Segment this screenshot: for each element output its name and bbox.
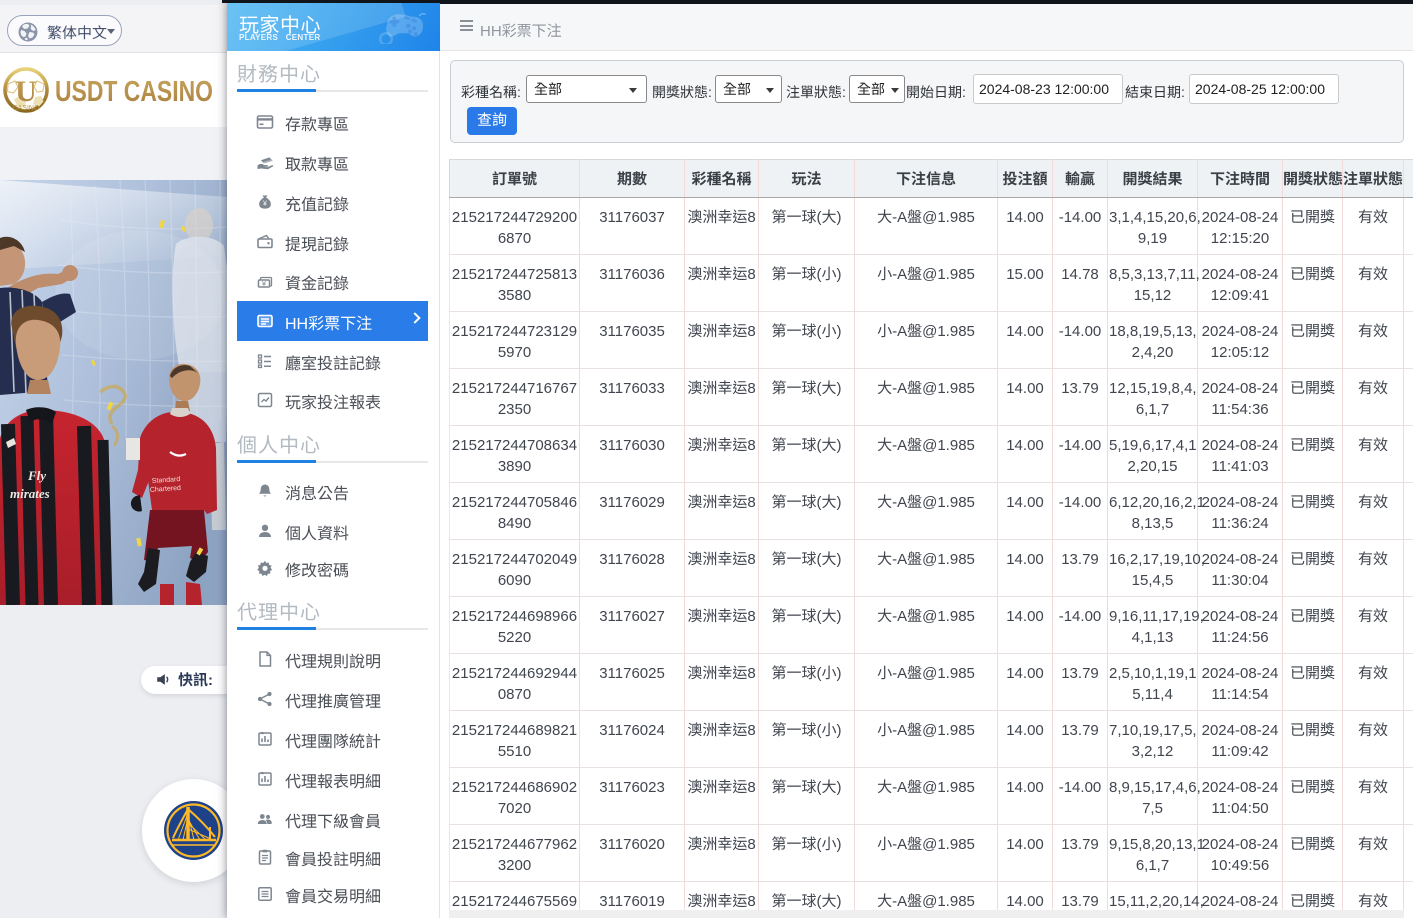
svg-text:CASINO: CASINO <box>13 105 40 112</box>
svg-text:USDT CASINO: USDT CASINO <box>55 76 213 108</box>
svg-text:mirates: mirates <box>10 486 50 501</box>
svg-text:Fly: Fly <box>27 468 46 483</box>
svg-text:¥: ¥ <box>263 201 267 208</box>
svg-text:U: U <box>15 75 37 108</box>
